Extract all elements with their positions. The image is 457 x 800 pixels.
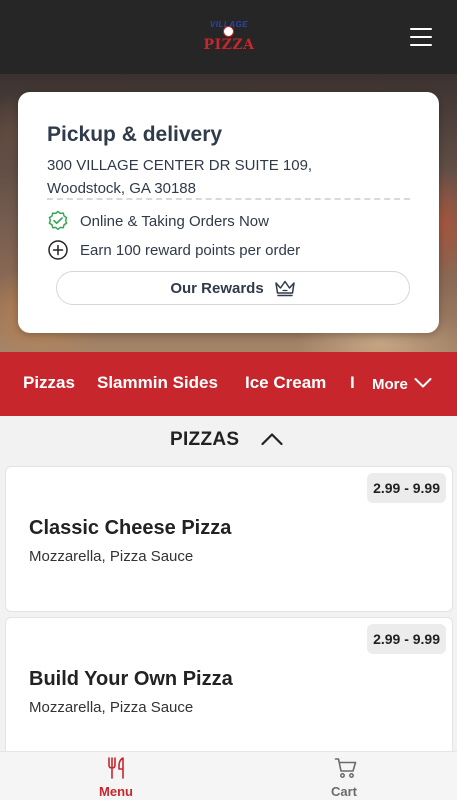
plus-circle-icon xyxy=(48,240,68,260)
chevron-up-icon[interactable] xyxy=(261,432,283,446)
reward-points-info: Earn 100 reward points per order xyxy=(47,239,300,261)
category-partial[interactable]: I xyxy=(350,373,355,393)
more-label: More xyxy=(372,376,408,393)
order-status: Online & Taking Orders Now xyxy=(47,210,269,232)
check-badge-icon xyxy=(48,210,68,231)
category-ice-cream[interactable]: Ice Cream xyxy=(245,373,326,393)
category-slammin-sides[interactable]: Slammin Sides xyxy=(97,373,218,393)
nav-menu[interactable]: Menu xyxy=(2,752,230,800)
brand-logo[interactable]: VILLAGE PIZZA xyxy=(196,16,262,58)
hamburger-menu-icon[interactable] xyxy=(410,28,432,46)
nav-cart-label: Cart xyxy=(330,784,357,799)
nav-cart[interactable]: Cart xyxy=(230,752,457,800)
baseball-icon xyxy=(223,26,234,37)
item-description: Mozzarella, Pizza Sauce xyxy=(29,699,194,716)
item-price: 2.99 - 9.99 xyxy=(367,624,446,654)
divider xyxy=(47,198,410,200)
bottom-navigation: Menu Cart xyxy=(0,751,457,800)
top-bar: VILLAGE PIZZA xyxy=(0,0,457,74)
address-line-2: Woodstock, GA 30188 xyxy=(47,180,196,197)
section-title: PIZZAS xyxy=(170,429,240,450)
item-name: Build Your Own Pizza xyxy=(29,668,233,690)
fork-knife-icon xyxy=(108,757,124,779)
more-categories-button[interactable]: More xyxy=(362,352,457,416)
location-card: Pickup & delivery 300 VILLAGE CENTER DR … xyxy=(18,92,439,333)
nav-menu-label: Menu xyxy=(99,784,133,799)
category-pizzas[interactable]: Pizzas xyxy=(23,373,75,393)
chevron-down-icon xyxy=(414,378,432,388)
item-name: Classic Cheese Pizza xyxy=(29,517,232,539)
menu-item-card[interactable]: 2.99 - 9.99 Classic Cheese Pizza Mozzare… xyxy=(5,466,453,612)
item-description: Mozzarella, Pizza Sauce xyxy=(29,548,194,565)
cart-icon xyxy=(334,758,357,778)
address-line-1: 300 VILLAGE CENTER DR SUITE 109, xyxy=(47,157,313,174)
order-status-text: Online & Taking Orders Now xyxy=(80,212,269,230)
location-title: Pickup & delivery xyxy=(47,123,223,146)
our-rewards-button[interactable]: Our Rewards xyxy=(56,271,410,305)
section-header[interactable]: PIZZAS xyxy=(0,416,457,464)
item-price: 2.99 - 9.99 xyxy=(367,473,446,503)
reward-points-text: Earn 100 reward points per order xyxy=(80,241,301,259)
store-address: 300 VILLAGE CENTER DR SUITE 109, Woodsto… xyxy=(47,154,312,200)
logo-text: PIZZA xyxy=(203,37,255,53)
crown-icon xyxy=(274,280,295,297)
menu-item-card[interactable]: 2.99 - 9.99 Build Your Own Pizza Mozzare… xyxy=(5,617,453,763)
our-rewards-label: Our Rewards xyxy=(170,279,264,297)
